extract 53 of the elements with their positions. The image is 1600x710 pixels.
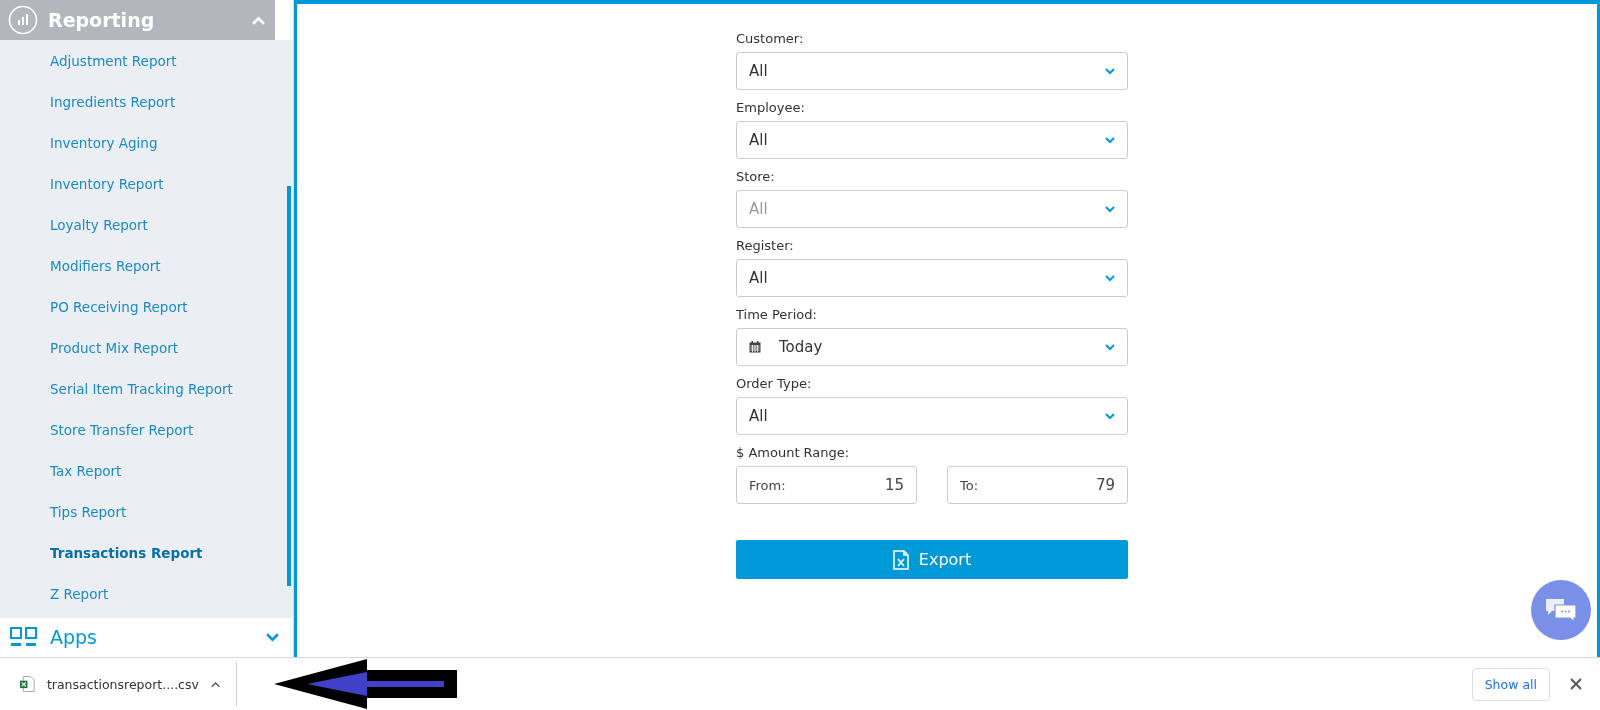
excel-file-icon [20,674,35,694]
chevron-icon [1105,67,1115,75]
bar-chart-icon [8,5,38,35]
sidebar-item[interactable]: Adjustment Report [0,40,293,81]
show-all-button[interactable]: Show all [1471,667,1550,701]
dropdown[interactable]: All [736,121,1128,159]
downloaded-file-name[interactable]: transactionsreport....csv [46,676,199,692]
sidebar-item[interactable]: Modifiers Report [0,245,293,286]
sidebar-item[interactable]: Serial Item Tracking Report [0,368,293,409]
chat-bubbles-icon [1544,597,1578,623]
chevron-icon [1105,136,1115,144]
field-label: Register: [736,238,795,253]
section-header[interactable]: Reporting [0,0,275,40]
export-button[interactable]: Export [736,540,1128,579]
sidebar-item[interactable]: Transactions Report [0,532,293,573]
input-field[interactable]: From: 15 [736,466,917,504]
sidebar-item[interactable]: PO Receiving Report [0,286,293,327]
section-header[interactable]: Apps [0,618,293,656]
field-label: Employee: [736,100,806,115]
scrollbar[interactable] [287,186,291,586]
chevron-icon [1105,274,1115,282]
chevron-icon [1105,205,1115,213]
dropdown[interactable]: All [736,397,1128,435]
field-label: Customer: [736,31,805,46]
close-icon[interactable] [1570,678,1582,690]
chevron-icon [266,632,279,642]
field-label: $ Amount Range: [736,445,851,460]
sidebar-item[interactable]: Tips Report [0,491,293,532]
chevron-icon [1105,412,1115,420]
sidebar-item[interactable]: Product Mix Report [0,327,293,368]
caret-icon[interactable] [210,680,220,688]
chevron-icon [1105,343,1115,351]
sidebar-item[interactable]: Loyalty Report [0,204,293,245]
dropdown[interactable]: Today [736,328,1128,366]
field-label: Order Type: [736,376,813,391]
field-label: Time Period: [736,307,818,322]
calendar-icon [749,341,761,353]
section-title: Apps [50,626,99,648]
input-field[interactable]: To: 79 [947,466,1128,504]
sidebar-item[interactable]: Tax Report [0,450,293,491]
dropdown[interactable]: All [736,259,1128,297]
grid-icon [10,627,38,647]
section-title: Reporting [48,9,156,31]
sidebar-item[interactable]: Z Report [0,573,293,614]
sidebar-item[interactable]: Ingredients Report [0,81,293,122]
chat-button[interactable] [1531,580,1591,640]
dropdown[interactable]: All [736,52,1128,90]
chevron-icon [252,15,265,25]
sidebar-item[interactable]: Inventory Aging [0,122,293,163]
field-label: Store: [736,169,776,184]
spreadsheet-file-icon [892,549,909,570]
sidebar-item[interactable]: Store Transfer Report [0,409,293,450]
sidebar-item[interactable]: Inventory Report [0,163,293,204]
